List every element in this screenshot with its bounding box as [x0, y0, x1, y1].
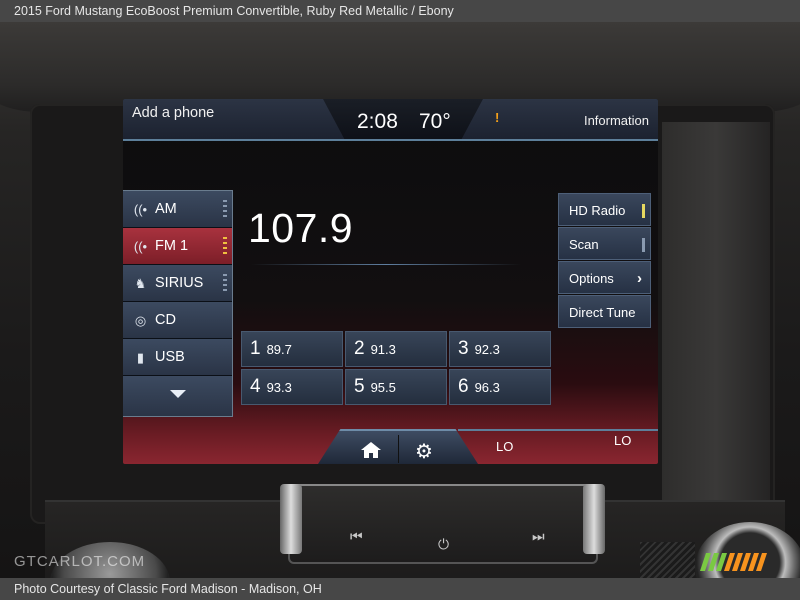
bezel-side — [662, 122, 770, 502]
hd-radio-label: HD Radio — [569, 203, 626, 218]
climate-left-temp[interactable]: LO — [496, 439, 513, 454]
chrome-trim-left — [280, 484, 302, 554]
scroll-ticks — [223, 237, 227, 257]
seek-back-icon[interactable]: ⏮ — [350, 528, 363, 545]
photo-title: 2015 Ford Mustang EcoBoost Premium Conve… — [0, 0, 800, 22]
preset-1[interactable]: 1 89.7 — [241, 331, 343, 367]
seek-forward-icon[interactable]: ⏭ — [532, 528, 545, 545]
source-usb[interactable]: ▮ USB — [123, 339, 232, 376]
power-icon[interactable]: ⏻ — [438, 536, 449, 553]
bottom-divider — [458, 429, 658, 431]
settings-gear-icon[interactable]: ⚙ — [415, 439, 433, 464]
radio-options-menu: HD Radio Scan Options › Direct Tune — [558, 193, 651, 329]
current-frequency: 107.9 — [248, 205, 354, 251]
chrome-trim-right — [583, 484, 605, 554]
radio-icon: ((• — [133, 202, 148, 217]
frequency-divider — [251, 264, 521, 265]
source-cd[interactable]: ◎ CD — [123, 302, 232, 339]
media-button-panel: ⏮ ⏻ ⏭ — [288, 484, 598, 564]
scroll-ticks — [223, 200, 227, 220]
source-label: SIRIUS — [155, 275, 204, 291]
direct-tune-button[interactable]: Direct Tune — [558, 295, 651, 328]
hd-radio-button[interactable]: HD Radio — [558, 193, 651, 226]
sync-touchscreen: Add a phone 2:08 70° ! Information ((• A… — [123, 99, 658, 464]
preset-frequency: 95.5 — [370, 379, 396, 395]
outside-temperature: 70° — [419, 110, 451, 133]
scan-button[interactable]: Scan — [558, 227, 651, 260]
preset-number: 3 — [458, 338, 469, 359]
preset-number: 5 — [354, 376, 365, 397]
preset-number: 1 — [250, 338, 261, 359]
more-sources-button[interactable] — [123, 376, 232, 416]
preset-frequency: 89.7 — [266, 341, 292, 357]
clock: 2:08 — [357, 110, 398, 133]
preset-6[interactable]: 6 96.3 — [449, 369, 551, 405]
preset-grid: 1 89.7 2 91.3 3 92.3 4 93.3 5 95.5 6 96.… — [241, 331, 551, 405]
bottom-bar: ⚙ LO LO — [318, 429, 658, 464]
status-header: Add a phone 2:08 70° ! Information — [123, 99, 658, 141]
bottom-tab: ⚙ — [318, 429, 478, 464]
sirius-icon: ♞ — [134, 276, 147, 291]
clock-panel — [323, 99, 483, 141]
preset-frequency: 96.3 — [474, 379, 500, 395]
scroll-ticks — [223, 274, 227, 294]
options-label: Options — [569, 271, 614, 286]
source-label: AM — [155, 201, 177, 217]
source-fm1[interactable]: ((• FM 1 — [123, 228, 232, 265]
watermark-stripes-logo — [700, 553, 767, 571]
preset-frequency: 91.3 — [370, 341, 396, 357]
chevron-right-icon: › — [637, 270, 642, 287]
source-menu: ((• AM ((• FM 1 ♞ SIRIUS ◎ CD ▮ USB — [123, 190, 233, 417]
preset-4[interactable]: 4 93.3 — [241, 369, 343, 405]
preset-number: 6 — [458, 376, 469, 397]
preset-number: 2 — [354, 338, 365, 359]
hd-radio-indicator — [642, 204, 645, 218]
climate-right-temp[interactable]: LO — [614, 433, 631, 448]
alert-icon[interactable]: ! — [495, 110, 499, 125]
source-label: USB — [155, 349, 185, 365]
disc-icon: ◎ — [134, 313, 147, 328]
scan-indicator — [642, 238, 645, 252]
source-sirius[interactable]: ♞ SIRIUS — [123, 265, 232, 302]
source-am[interactable]: ((• AM — [123, 191, 232, 228]
preset-frequency: 93.3 — [266, 379, 292, 395]
watermark-text: GTCARLOT.COM — [14, 553, 146, 570]
air-vent — [640, 542, 695, 578]
add-phone-button[interactable]: Add a phone — [132, 105, 214, 121]
radio-icon: ((• — [133, 239, 148, 254]
photo-credit: Photo Courtesy of Classic Ford Madison -… — [0, 578, 800, 600]
usb-icon: ▮ — [136, 350, 145, 365]
preset-frequency: 92.3 — [474, 341, 500, 357]
preset-5[interactable]: 5 95.5 — [345, 369, 447, 405]
preset-number: 4 — [250, 376, 261, 397]
home-icon[interactable] — [360, 441, 382, 459]
tab-separator — [398, 435, 399, 463]
chevron-down-icon — [169, 390, 186, 398]
preset-3[interactable]: 3 92.3 — [449, 331, 551, 367]
scan-label: Scan — [569, 237, 599, 252]
direct-tune-label: Direct Tune — [569, 305, 636, 320]
information-button[interactable]: Information — [584, 113, 649, 128]
source-label: CD — [155, 312, 176, 328]
preset-2[interactable]: 2 91.3 — [345, 331, 447, 367]
options-button[interactable]: Options › — [558, 261, 651, 294]
source-label: FM 1 — [155, 238, 189, 254]
